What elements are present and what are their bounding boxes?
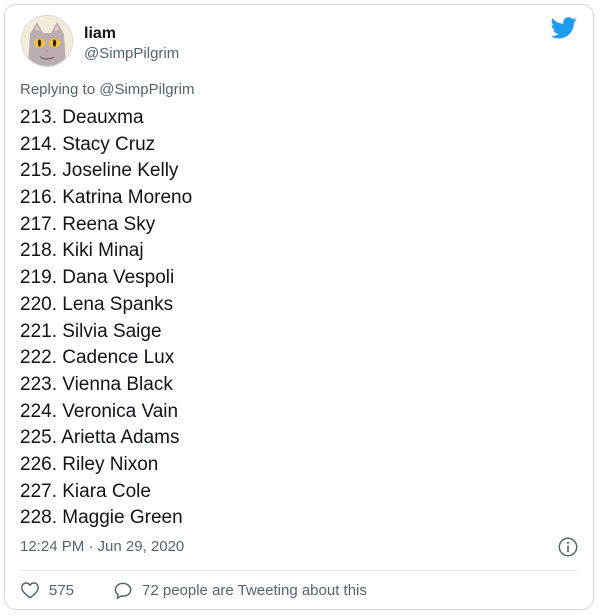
twitter-bird-icon[interactable] xyxy=(551,17,577,39)
list-item: 222. Cadence Lux xyxy=(20,347,175,369)
name-list: 213. Deauxma 214. Stacy Cruz 215. Joseli… xyxy=(20,105,192,532)
list-item: 220. Lena Spanks xyxy=(20,293,174,315)
tweeting-about-link[interactable]: 72 people are Tweeting about this xyxy=(113,581,367,600)
list-item: 221. Silvia Saige xyxy=(20,320,162,342)
list-item: 224. Veronica Vain xyxy=(20,400,179,422)
tweet-card[interactable]: liam @SimpPilgrim Replying to @SimpPilgr… xyxy=(4,4,594,610)
replying-to[interactable]: Replying to @SimpPilgrim xyxy=(20,81,194,98)
list-item: 223. Vienna Black xyxy=(20,373,173,395)
list-item: 226. Riley Nixon xyxy=(20,453,159,475)
list-item: 219. Dana Vespoli xyxy=(20,267,175,289)
list-item: 227. Kiara Cole xyxy=(20,480,151,502)
like-count: 575 xyxy=(49,581,75,599)
list-item: 225. Arietta Adams xyxy=(20,427,180,449)
divider xyxy=(20,570,578,571)
heart-icon xyxy=(21,582,39,599)
list-item: 217. Reena Sky xyxy=(20,213,156,235)
info-icon[interactable] xyxy=(557,536,579,558)
tweet-timestamp[interactable]: 12:24 PM · Jun 29, 2020 xyxy=(20,538,184,555)
list-item: 213. Deauxma xyxy=(20,107,144,128)
list-item: 215. Joseline Kelly xyxy=(20,160,179,182)
list-item: 218. Kiki Minaj xyxy=(20,240,144,262)
author-handle[interactable]: @SimpPilgrim xyxy=(84,45,179,62)
cat-avatar-icon[interactable] xyxy=(21,15,73,67)
tweeting-about-label: 72 people are Tweeting about this xyxy=(142,582,367,599)
author-name[interactable]: liam xyxy=(84,25,116,43)
speech-bubble-icon xyxy=(114,582,132,599)
list-item: 214. Stacy Cruz xyxy=(20,133,156,155)
list-item: 228. Maggie Green xyxy=(20,507,183,529)
list-item: 216. Katrina Moreno xyxy=(20,187,193,209)
like-button[interactable]: 575 xyxy=(20,581,74,599)
